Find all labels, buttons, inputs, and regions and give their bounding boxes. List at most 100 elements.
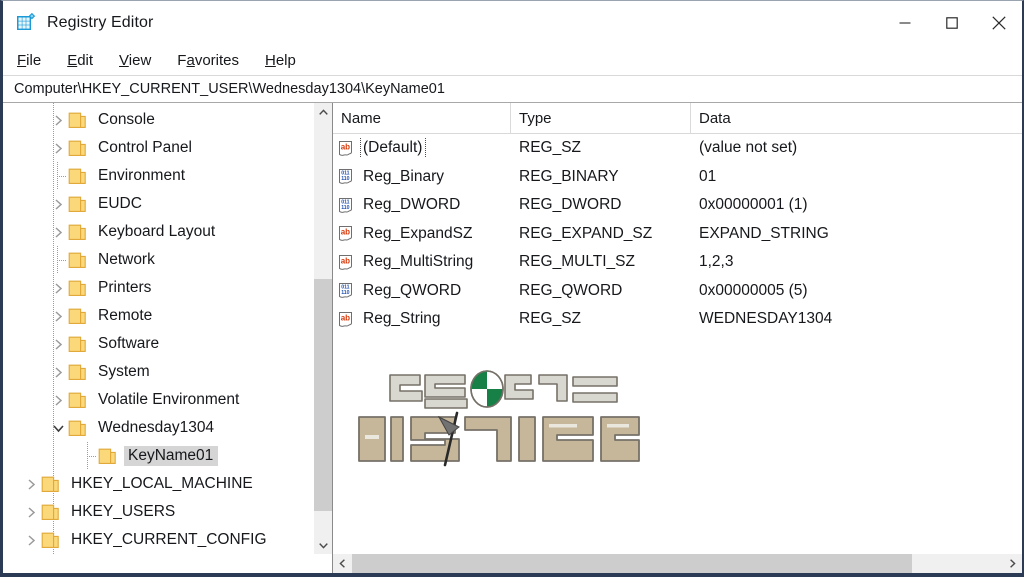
tree-item-network[interactable]: Network [3, 246, 313, 274]
tree-vertical-scrollbar[interactable] [313, 103, 332, 554]
tree-item-label: HKEY_USERS [71, 502, 176, 520]
scroll-left-icon[interactable] [333, 554, 352, 573]
value-row[interactable]: ab Reg_MultiString REG_MULTI_SZ 1,2,3 [333, 248, 1022, 277]
minimize-button[interactable] [881, 1, 928, 45]
tree-item-label: HKEY_LOCAL_MACHINE [71, 474, 253, 492]
svg-text:ab: ab [341, 228, 350, 237]
column-header-data[interactable]: Data [691, 103, 1022, 133]
tree-item-label: Keyboard Layout [98, 222, 216, 240]
tree-scrollbar-thumb[interactable] [314, 278, 332, 512]
svg-text:110: 110 [341, 176, 349, 182]
tree-item-software[interactable]: Software [3, 330, 313, 358]
value-data-cell: 01 [699, 167, 717, 185]
tree-item-label: Volatile Environment [98, 390, 240, 408]
value-name-cell: ab (Default) [333, 138, 511, 159]
tree-item-hkey-users[interactable]: HKEY_USERS [3, 498, 313, 526]
tree-item-label: EUDC [98, 194, 142, 212]
value-name-cell: ab Reg_MultiString [333, 252, 511, 272]
tree-item-keyboard-layout[interactable]: Keyboard Layout [3, 218, 313, 246]
maximize-button[interactable] [928, 1, 975, 45]
menu-file[interactable]: File [15, 51, 43, 70]
value-type-cell: REG_SZ [519, 139, 582, 157]
menu-edit[interactable]: Edit [65, 51, 95, 70]
folder-icon [68, 336, 87, 353]
folder-icon [68, 308, 87, 325]
scroll-up-icon[interactable] [314, 103, 332, 121]
list-scrollbar-track[interactable] [352, 554, 1003, 573]
menu-view[interactable]: View [117, 51, 153, 70]
value-row[interactable]: 011 110 Reg_QWORD REG_QWORD 0x00000005 (5) [333, 277, 1022, 306]
value-type-cell: REG_DWORD [519, 196, 622, 214]
chevron-right-icon[interactable] [48, 106, 68, 134]
tree-scrollbar-track[interactable] [314, 121, 332, 536]
tree-item-keyname01[interactable]: KeyName01 [3, 442, 313, 470]
tree-item-remote[interactable]: Remote [3, 302, 313, 330]
svg-text:ab: ab [341, 313, 350, 322]
chevron-right-icon[interactable] [48, 274, 68, 302]
folder-icon [41, 476, 60, 493]
value-name: Reg_DWORD [363, 196, 461, 214]
window-controls [881, 1, 1022, 45]
folder-icon [41, 504, 60, 521]
value-row[interactable]: ab Reg_String REG_SZ WEDNESDAY1304 [333, 305, 1022, 334]
value-data-cell: EXPAND_STRING [699, 224, 829, 242]
column-header-type[interactable]: Type [511, 103, 691, 133]
registry-values-pane: Name Type Data ab (Default) REG_SZ (value n… [333, 103, 1022, 573]
value-name: Reg_ExpandSZ [363, 224, 473, 242]
address-bar[interactable]: Computer\HKEY_CURRENT_USER\Wednesday1304… [3, 76, 1022, 103]
window-title: Registry Editor [47, 14, 154, 31]
registry-tree[interactable]: Console Control Panel Environment EUDC Keybo… [3, 103, 313, 554]
string-value-icon: ab [338, 254, 355, 271]
close-button[interactable] [975, 1, 1022, 45]
tree-item-label: HKEY_CURRENT_CONFIG [71, 530, 267, 548]
chevron-right-icon[interactable] [48, 302, 68, 330]
string-value-icon: ab [338, 311, 355, 328]
tree-item-eudc[interactable]: EUDC [3, 190, 313, 218]
chevron-right-icon[interactable] [48, 358, 68, 386]
value-row[interactable]: ab Reg_ExpandSZ REG_EXPAND_SZ EXPAND_STRING [333, 220, 1022, 249]
tree-item-system[interactable]: System [3, 358, 313, 386]
value-name-cell: 011 110 Reg_DWORD [333, 195, 511, 215]
value-row[interactable]: ab (Default) REG_SZ (value not set) [333, 134, 1022, 163]
string-value-icon: ab [338, 140, 355, 157]
chevron-right-icon[interactable] [48, 386, 68, 414]
registry-values-list[interactable]: ab (Default) REG_SZ (value not set) 011 110 Re… [333, 134, 1022, 553]
scroll-right-icon[interactable] [1003, 554, 1022, 573]
value-type-cell: REG_SZ [519, 310, 582, 328]
value-row[interactable]: 011 110 Reg_DWORD REG_DWORD 0x00000001 (1) [333, 191, 1022, 220]
chevron-down-icon[interactable] [48, 414, 68, 442]
value-row[interactable]: 011 110 Reg_Binary REG_BINARY 01 [333, 163, 1022, 192]
chevron-right-icon[interactable] [48, 134, 68, 162]
folder-icon [68, 140, 87, 157]
tree-item-environment[interactable]: Environment [3, 162, 313, 190]
tree-item-hkey-local-machine[interactable]: HKEY_LOCAL_MACHINE [3, 470, 313, 498]
tree-item-wednesday1304[interactable]: Wednesday1304 [3, 414, 313, 442]
tree-item-control-panel[interactable]: Control Panel [3, 134, 313, 162]
chevron-right-icon[interactable] [48, 218, 68, 246]
tree-item-console[interactable]: Console [3, 106, 313, 134]
value-name: Reg_Binary [363, 167, 444, 185]
value-data-cell: 1,2,3 [699, 253, 734, 271]
string-value-icon: ab [338, 225, 355, 242]
column-header-name[interactable]: Name [333, 103, 511, 133]
title-bar: Registry Editor [3, 1, 1022, 45]
tree-item-label: KeyName01 [124, 445, 219, 467]
address-path: Computer\HKEY_CURRENT_USER\Wednesday1304… [14, 81, 445, 97]
tree-item-printers[interactable]: Printers [3, 274, 313, 302]
chevron-right-icon[interactable] [48, 190, 68, 218]
list-scrollbar-thumb[interactable] [352, 554, 912, 573]
binary-value-icon: 011 110 [338, 168, 355, 185]
tree-item-volatile-environment[interactable]: Volatile Environment [3, 386, 313, 414]
chevron-right-icon[interactable] [21, 498, 41, 526]
scroll-down-icon[interactable] [314, 536, 332, 554]
chevron-right-icon[interactable] [21, 470, 41, 498]
menu-favorites[interactable]: Favorites [175, 51, 241, 70]
chevron-right-icon[interactable] [48, 330, 68, 358]
chevron-right-icon[interactable] [21, 526, 41, 554]
tree-item-hkey-current-config[interactable]: HKEY_CURRENT_CONFIG [3, 526, 313, 554]
list-horizontal-scrollbar[interactable] [333, 553, 1022, 573]
folder-icon [41, 532, 60, 549]
menu-help[interactable]: Help [263, 51, 298, 70]
tree-guide-stub [48, 246, 68, 274]
list-column-headers: Name Type Data [333, 103, 1022, 134]
